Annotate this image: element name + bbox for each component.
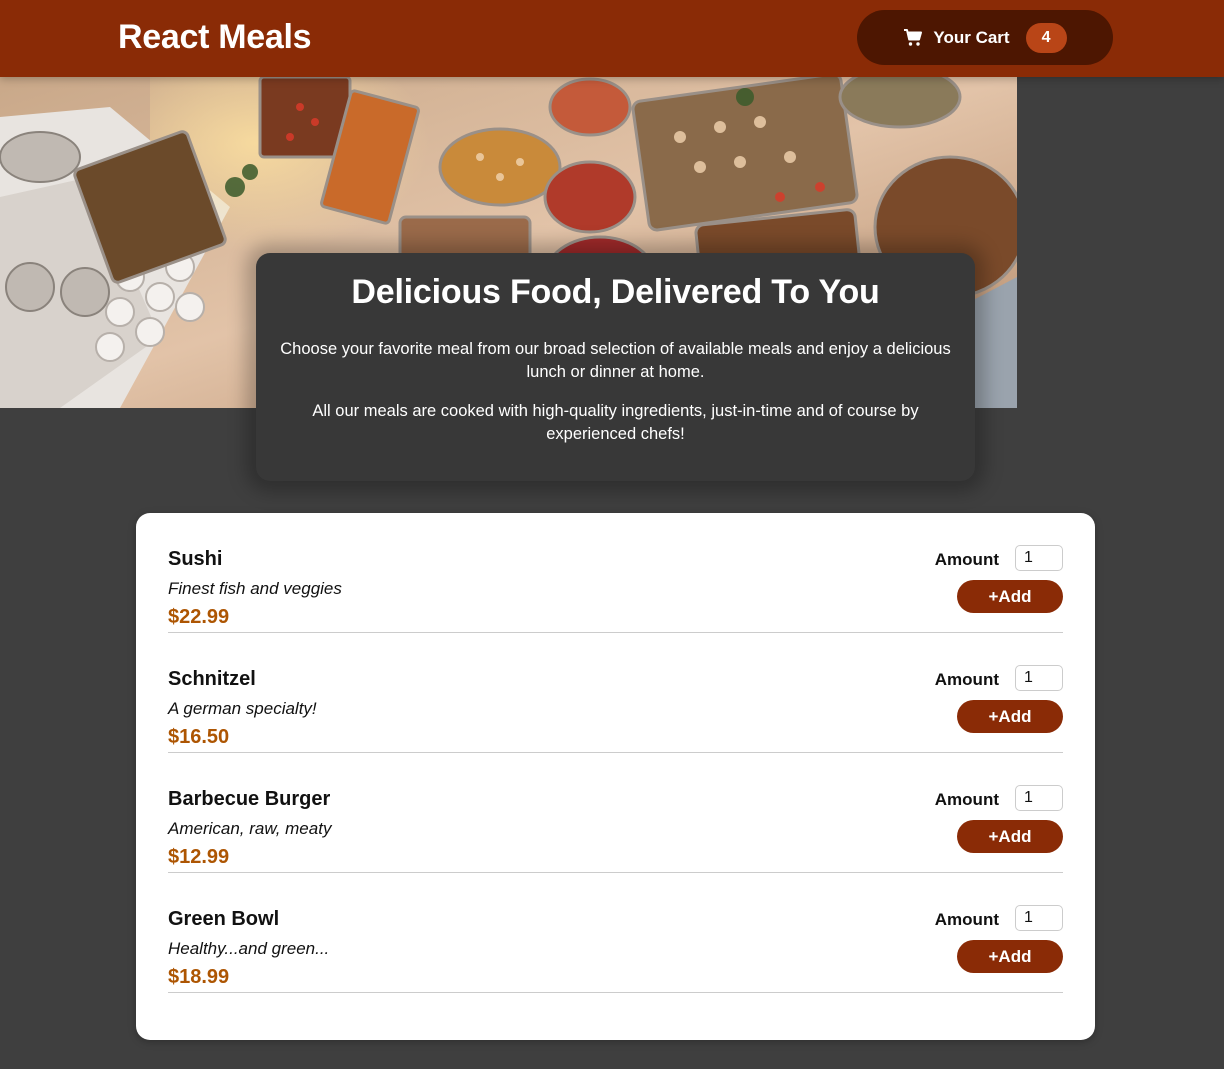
meal-price: $16.50 (168, 726, 230, 748)
meal-name: Sushi (168, 548, 223, 570)
amount-label: Amount (934, 550, 999, 569)
meal-description: Finest fish and veggies (168, 579, 342, 598)
meal-item: Sushi Finest fish and veggies $22.99 Amo… (168, 513, 1063, 633)
meal-description: Healthy...and green... (168, 939, 330, 958)
meal-price: $22.99 (168, 606, 230, 628)
app-header: React Meals Your Cart 4 (0, 0, 1224, 77)
add-button[interactable]: +Add (957, 700, 1063, 733)
meals-list: Sushi Finest fish and veggies $22.99 Amo… (136, 513, 1095, 1040)
add-button[interactable]: +Add (957, 940, 1063, 973)
amount-input[interactable] (1015, 905, 1063, 931)
cart-label: Your Cart (933, 27, 1010, 47)
meal-price: $12.99 (168, 846, 230, 868)
add-button[interactable]: +Add (957, 820, 1063, 853)
app-title: React Meals (118, 18, 312, 56)
meal-item: Barbecue Burger American, raw, meaty $12… (168, 753, 1063, 873)
meal-description: A german specialty! (168, 699, 317, 718)
amount-label: Amount (934, 910, 999, 929)
amount-input[interactable] (1015, 785, 1063, 811)
meals-summary: Delicious Food, Delivered To You Choose … (256, 253, 975, 481)
cart-count-badge: 4 (1025, 22, 1067, 53)
meal-description: American, raw, meaty (168, 819, 332, 838)
meal-price: $18.99 (168, 966, 230, 988)
amount-input[interactable] (1015, 665, 1063, 691)
cart-icon (903, 28, 923, 48)
summary-heading: Delicious Food, Delivered To You (351, 273, 880, 311)
amount-input[interactable] (1015, 545, 1063, 571)
summary-paragraph-2: All our meals are cooked with high-quali… (312, 402, 919, 443)
summary-paragraph-1: Choose your favorite meal from our broad… (280, 340, 951, 381)
meal-name: Barbecue Burger (168, 788, 331, 810)
cart-button[interactable]: Your Cart 4 (857, 10, 1113, 65)
amount-label: Amount (934, 670, 999, 689)
amount-label: Amount (934, 790, 999, 809)
meal-item: Schnitzel A german specialty! $16.50 Amo… (168, 633, 1063, 753)
meal-item: Green Bowl Healthy...and green... $18.99… (168, 873, 1063, 993)
meal-name: Green Bowl (168, 908, 280, 930)
meal-name: Schnitzel (168, 668, 256, 690)
add-button[interactable]: +Add (957, 580, 1063, 613)
